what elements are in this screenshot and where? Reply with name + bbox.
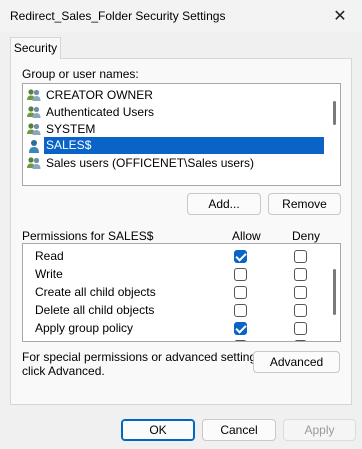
permission-label: Apply group policy <box>35 321 134 335</box>
ok-button[interactable]: OK <box>121 419 195 441</box>
cancel-button[interactable]: Cancel <box>202 419 276 441</box>
apply-button[interactable]: Apply <box>283 419 356 441</box>
list-item[interactable]: SALES$ <box>26 137 324 154</box>
remove-button[interactable]: Remove <box>268 193 341 215</box>
permission-label: Special permissions <box>35 337 142 341</box>
deny-checkbox[interactable] <box>294 268 307 281</box>
group-users-icon <box>26 121 42 137</box>
window-title: Redirect_Sales_Folder Security Settings <box>10 9 226 23</box>
list-item-label: SALES$ <box>44 137 324 154</box>
user-icon <box>26 138 42 154</box>
group-names-label: Group or user names: <box>22 67 139 81</box>
close-icon[interactable]: ✕ <box>326 6 354 28</box>
allow-checkbox[interactable] <box>234 268 247 281</box>
allow-checkbox[interactable] <box>234 322 247 335</box>
deny-column-header: Deny <box>292 229 321 243</box>
deny-checkbox[interactable] <box>294 286 307 299</box>
permissions-scrollbar[interactable] <box>333 269 336 315</box>
list-item[interactable]: CREATOR OWNER <box>26 86 155 103</box>
permission-label: Read <box>35 249 64 263</box>
allow-column-header: Allow <box>232 229 261 243</box>
list-item-label: SYSTEM <box>46 121 96 136</box>
group-users-icon <box>26 87 42 103</box>
permissions-header: Permissions for SALES$ <box>22 229 154 243</box>
allow-checkbox[interactable] <box>234 250 247 263</box>
permission-label: Create all child objects <box>35 285 156 299</box>
advanced-help-line2: click Advanced. <box>22 364 105 378</box>
list-item[interactable]: Authenticated Users <box>26 103 156 120</box>
group-users-icon <box>26 155 42 171</box>
group-users-icon <box>26 104 42 120</box>
permissions-list[interactable]: Read Write Create all child objects Delete … <box>22 243 341 342</box>
permission-label: Delete all child objects <box>35 303 155 317</box>
deny-checkbox[interactable] <box>294 322 307 335</box>
group-list-scrollbar[interactable] <box>333 101 336 125</box>
list-item-label: CREATOR OWNER <box>46 87 153 102</box>
list-item[interactable]: Sales users (OFFICENET\Sales users) <box>26 154 256 171</box>
title-bar: Redirect_Sales_Folder Security Settings … <box>0 0 362 32</box>
allow-checkbox[interactable] <box>234 304 247 317</box>
advanced-button[interactable]: Advanced <box>253 351 340 373</box>
deny-checkbox[interactable] <box>294 250 307 263</box>
tab-security[interactable]: Security <box>10 37 61 59</box>
advanced-help-line1: For special permissions or advanced sett… <box>22 350 266 364</box>
allow-checkbox[interactable] <box>234 340 247 341</box>
list-item[interactable]: SYSTEM <box>26 120 97 137</box>
permission-label: Write <box>35 267 63 281</box>
deny-checkbox[interactable] <box>294 304 307 317</box>
list-item-label: Sales users (OFFICENET\Sales users) <box>46 155 255 170</box>
deny-checkbox[interactable] <box>294 340 307 341</box>
add-button[interactable]: Add... <box>187 193 261 215</box>
list-item-label: Authenticated Users <box>46 104 155 119</box>
allow-checkbox[interactable] <box>234 286 247 299</box>
group-user-listbox[interactable]: CREATOR OWNER Authenticated Users SYSTEM SA… <box>22 83 341 186</box>
